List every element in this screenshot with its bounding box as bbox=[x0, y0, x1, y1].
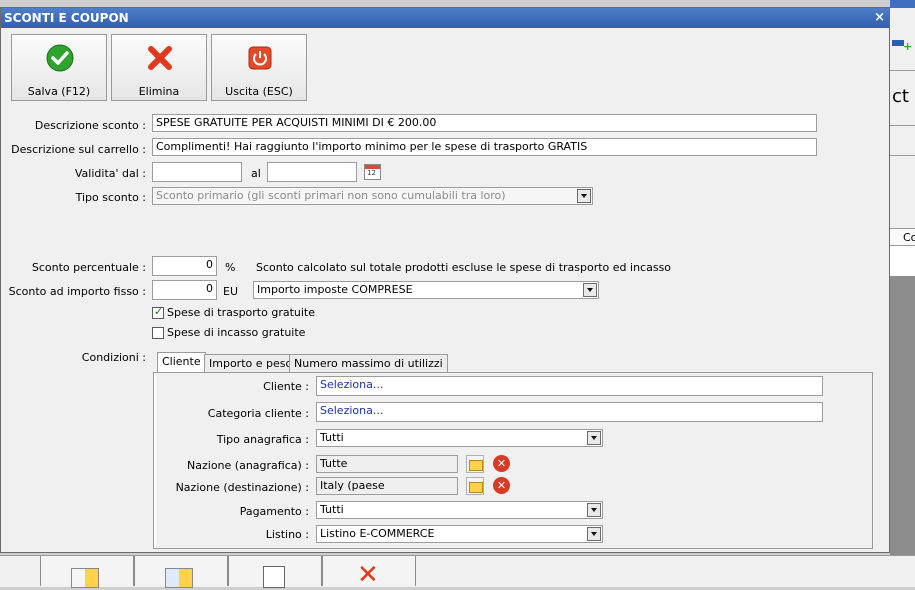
background-grid-edit-button[interactable] bbox=[134, 556, 228, 588]
delete-x-icon bbox=[148, 46, 172, 70]
condizioni-label: Condizioni : bbox=[81, 351, 146, 364]
background-column-header: Co bbox=[903, 231, 915, 244]
background-document-button[interactable] bbox=[228, 556, 322, 588]
exit-label: Uscita (ESC) bbox=[225, 85, 293, 98]
tipo-anagrafica-value: Tutti bbox=[320, 431, 344, 444]
validita-from-input[interactable] bbox=[152, 162, 242, 182]
cliente-label: Cliente : bbox=[263, 380, 309, 393]
perc-label: Sconto percentuale : bbox=[31, 261, 146, 274]
imposte-select[interactable]: Importo imposte COMPRESE bbox=[253, 281, 599, 299]
tipo-anagrafica-label: Tipo anagrafica : bbox=[216, 433, 309, 446]
listino-select[interactable]: Listino E-COMMERCE bbox=[316, 525, 603, 543]
trasporto-checkbox[interactable]: ✓ bbox=[152, 305, 164, 319]
nazione-dest-label: Nazione (destinazione) : bbox=[175, 481, 309, 494]
chevron-down-icon bbox=[577, 189, 591, 203]
background-partial-text: ct bbox=[892, 86, 909, 107]
save-label: Salva (F12) bbox=[27, 85, 91, 98]
dialog-titlebar: SCONTI E COUPON × bbox=[1, 8, 889, 28]
al-label: al bbox=[251, 167, 261, 180]
listino-label: Listino : bbox=[265, 528, 309, 541]
background-add-icon: + bbox=[892, 36, 912, 52]
fisso-input[interactable]: 0 bbox=[152, 280, 217, 300]
remove-icon[interactable]: ✕ bbox=[493, 477, 510, 494]
listino-value: Listino E-COMMERCE bbox=[320, 527, 435, 540]
nazione-anag-label: Nazione (anagrafica) : bbox=[187, 459, 309, 472]
pagamento-select[interactable]: Tutti bbox=[316, 501, 603, 519]
document-icon bbox=[263, 566, 285, 588]
categoria-label: Categoria cliente : bbox=[207, 407, 309, 420]
save-button[interactable]: Salva (F12) bbox=[11, 34, 107, 101]
chevron-down-icon bbox=[583, 283, 597, 297]
tipo-anagrafica-select[interactable]: Tutti bbox=[316, 429, 603, 447]
nazione-anag-input[interactable]: Tutte bbox=[316, 455, 458, 473]
chevron-down-icon bbox=[587, 503, 601, 517]
trasporto-label: Spese di trasporto gratuite bbox=[167, 306, 316, 319]
delete-label: Elimina bbox=[138, 85, 180, 98]
tab-numero-utilizzi[interactable]: Numero massimo di utilizzi bbox=[289, 354, 448, 373]
chevron-down-icon bbox=[587, 527, 601, 541]
imposte-value: Importo imposte COMPRESE bbox=[257, 283, 413, 296]
folder-icon[interactable] bbox=[466, 477, 484, 495]
coupon-dialog: SCONTI E COUPON × Salva (F12) Elimina Us… bbox=[0, 7, 890, 553]
remove-icon[interactable]: ✕ bbox=[493, 455, 510, 472]
carrello-label: Descrizione sul carrello : bbox=[11, 143, 146, 156]
categoria-input[interactable]: Seleziona... bbox=[316, 402, 823, 422]
perc-note: Sconto calcolato sul totale prodotti esc… bbox=[256, 261, 672, 274]
background-window-edge: + ct Co bbox=[890, 0, 915, 586]
cliente-input[interactable]: Seleziona... bbox=[316, 376, 823, 396]
grid-edit-icon bbox=[165, 568, 193, 588]
exit-button[interactable]: Uscita (ESC) bbox=[211, 34, 307, 101]
power-icon bbox=[248, 46, 272, 70]
folder-icon[interactable] bbox=[466, 455, 484, 473]
tipo-sconto-label: Tipo sconto : bbox=[75, 191, 146, 204]
dialog-title: SCONTI E COUPON bbox=[4, 11, 129, 25]
calendar-icon[interactable]: 12 bbox=[364, 164, 381, 180]
descrizione-label: Descrizione sconto : bbox=[34, 119, 146, 132]
delete-button[interactable]: Elimina bbox=[111, 34, 207, 101]
nazione-dest-input[interactable]: Italy (paese bbox=[316, 477, 458, 495]
fisso-unit: EU bbox=[223, 285, 239, 298]
pagamento-value: Tutti bbox=[320, 503, 344, 516]
grid-add-icon bbox=[71, 568, 99, 588]
validita-label: Validita' dal : bbox=[74, 167, 146, 180]
perc-input[interactable]: 0 bbox=[152, 256, 217, 276]
checkmark-icon: ✓ bbox=[154, 305, 164, 318]
fisso-label: Sconto ad importo fisso : bbox=[8, 285, 146, 298]
incasso-label: Spese di incasso gratuite bbox=[167, 326, 306, 339]
validita-to-input[interactable] bbox=[267, 162, 357, 182]
background-grid-button[interactable] bbox=[40, 556, 134, 588]
tipo-sconto-value: Sconto primario (gli sconti primari non … bbox=[156, 189, 506, 202]
carrello-input[interactable]: Complimenti! Hai raggiunto l'importo min… bbox=[152, 138, 817, 156]
delete-icon: ✕ bbox=[357, 560, 379, 590]
perc-unit: % bbox=[225, 261, 236, 274]
tab-importo-peso[interactable]: Importo e peso bbox=[204, 354, 298, 373]
chevron-down-icon bbox=[587, 431, 601, 445]
tipo-sconto-select[interactable]: Sconto primario (gli sconti primari non … bbox=[152, 187, 593, 205]
pagamento-label: Pagamento : bbox=[239, 505, 309, 518]
close-icon[interactable]: × bbox=[874, 8, 885, 28]
background-delete-button[interactable]: ✕ bbox=[322, 556, 416, 590]
descrizione-input[interactable]: SPESE GRATUITE PER ACQUISTI MINIMI DI € … bbox=[152, 114, 817, 132]
tab-cliente[interactable]: Cliente bbox=[157, 352, 206, 374]
background-titlebar bbox=[890, 0, 915, 8]
incasso-checkbox[interactable] bbox=[152, 327, 164, 339]
check-icon bbox=[46, 44, 74, 72]
